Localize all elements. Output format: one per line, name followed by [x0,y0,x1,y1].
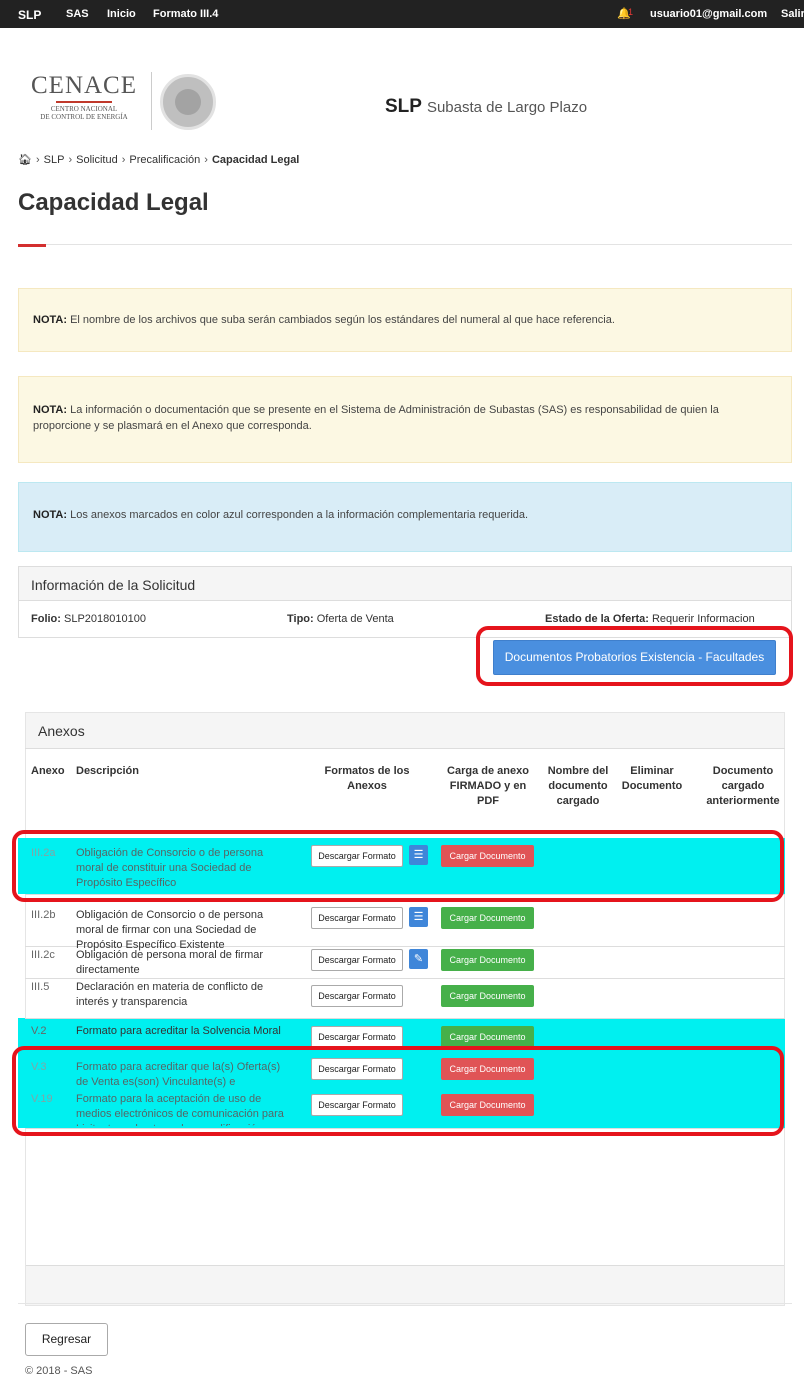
upload-document-button[interactable]: Cargar Documento [441,907,534,929]
logo-main-text: CENACE [31,72,137,99]
national-seal-icon [160,74,216,130]
estado-value: Requerir Informacion [651,613,755,625]
logo-sub-2: DE CONTROL DE ENERGÍA [40,113,128,121]
app-name: Subasta de Largo Plazo [426,99,588,116]
copyright: © 2018 - SAS [25,1365,93,1377]
download-format-button[interactable]: Descargar Formato [311,1026,403,1048]
download-format-button[interactable]: Descargar Formato [311,985,403,1007]
row-anexo-code: III.2b [31,909,56,921]
cenace-logo: CENACE CENTRO NACIONAL DE CONTROL DE ENE… [19,72,149,132]
documentos-probatorios-button[interactable]: Documentos Probatorios Existencia - Facu… [493,640,776,675]
note-text: Los anexos marcados en color azul corres… [70,509,529,521]
title-divider [46,244,792,245]
note-label: NOTA: [33,314,68,326]
home-icon[interactable]: 🏠︎ [18,154,32,166]
upload-document-button[interactable]: Cargar Documento [441,985,534,1007]
col-anterior: Documento cargado anteriormente [706,765,780,807]
app-code: SLP [385,96,422,117]
notification-badge: 1 [628,7,634,17]
row-description: Declaración en materia de conflicto de i… [76,981,264,1008]
col-formatos: Formatos de los Anexos [324,765,410,792]
col-nombre: Nombre del documento cargado [547,765,609,807]
col-eliminar: Eliminar Documento [621,765,683,792]
row-divider [25,1018,785,1019]
logo-divider [151,72,152,130]
upload-document-button[interactable]: Cargar Documento [441,1094,534,1116]
upload-document-button[interactable]: Cargar Documento [441,1026,534,1048]
download-format-button[interactable]: Descargar Formato [311,1058,403,1080]
breadcrumb-solicitud[interactable]: Solicitud [76,154,118,166]
anexos-panel-footer [26,1265,784,1305]
download-format-button[interactable]: Descargar Formato [311,1094,403,1116]
breadcrumb-slp[interactable]: SLP [44,154,65,166]
title-accent [18,244,46,247]
nav-sas[interactable]: SAS [66,8,89,20]
pencil-icon[interactable]: ✎ [409,949,428,969]
anexos-heading: Anexos [26,713,784,749]
note-label: NOTA: [33,509,68,521]
upload-document-button[interactable]: Cargar Documento [441,949,534,971]
download-format-button[interactable]: Descargar Formato [311,907,403,929]
list-icon[interactable]: ☰ [409,845,428,865]
top-navbar: SLP SAS Inicio Formato III.4 🔔 1 usuario… [0,0,804,28]
row-description: Formato para la aceptación de uso de med… [76,1093,284,1126]
row-anexo-code: V.19 [31,1093,53,1105]
row-description: Obligación de Consorcio o de persona mor… [76,909,264,951]
download-format-button[interactable]: Descargar Formato [311,845,403,867]
app-title: SLP Subasta de Largo Plazo [385,96,587,118]
row-divider [25,1128,785,1129]
note-label: NOTA: [33,404,68,416]
logo-sub-1: CENTRO NACIONAL [50,105,118,113]
note-text: El nombre de los archivos que suba serán… [70,314,615,326]
row-description: Obligación de persona moral de firmar di… [76,949,264,976]
row-anexo-code: III.2c [31,949,55,961]
row-description: Obligación de Consorcio o de persona mor… [76,847,264,889]
solicitud-panel: Información de la Solicitud Folio: SLP20… [18,566,792,638]
row-anexo-code: III.2a [31,847,56,859]
header-divider [25,748,785,749]
row-description: Formato para acreditar la Solvencia Mora… [76,1025,281,1037]
row-anexo-code: III.5 [31,981,50,993]
solicitud-heading: Información de la Solicitud [19,567,791,601]
folio-field: Folio: SLP2018010100 [31,613,146,625]
user-email[interactable]: usuario01@gmail.com [650,8,767,20]
col-descripcion: Descripción [76,765,139,777]
breadcrumb-precalificacion[interactable]: Precalificación [129,154,200,166]
note-blue-annexes: NOTA: Los anexos marcados en color azul … [18,482,792,552]
note-file-naming: NOTA: El nombre de los archivos que suba… [18,288,792,352]
row-divider [25,894,785,895]
folio-value: SLP2018010100 [64,613,146,625]
nav-formato[interactable]: Formato III.4 [153,8,218,20]
upload-document-button[interactable]: Cargar Documento [441,1058,534,1080]
row-anexo-code: V.3 [31,1061,47,1073]
logo-rule [56,101,112,103]
note-text: La información o documentación que se pr… [33,404,719,432]
nav-inicio[interactable]: Inicio [107,8,136,20]
estado-field: Estado de la Oferta: Requerir Informacio… [545,613,755,625]
list-icon[interactable]: ☰ [409,907,428,927]
row-description: Formato para acreditar que la(s) Oferta(… [76,1061,281,1088]
row-anexo-code: V.2 [31,1025,47,1037]
breadcrumb: 🏠︎ › SLP › Solicitud › Precalificación › Capacid… [18,154,300,166]
footer-divider [18,1303,792,1304]
back-button[interactable]: Regresar [25,1323,108,1356]
breadcrumb-current: Capacidad Legal [211,154,300,166]
brand-link[interactable]: SLP [18,8,41,22]
download-format-button[interactable]: Descargar Formato [311,949,403,971]
col-anexo: Anexo [31,765,65,777]
row-divider [25,978,785,979]
page-title: Capacidad Legal [18,189,209,216]
note-responsibility: NOTA: La información o documentación que… [18,376,792,463]
col-carga: Carga de anexo FIRMADO y en PDF [447,765,529,807]
tipo-field: Tipo: Oferta de Venta [287,613,394,625]
logout-link[interactable]: Salir [781,8,804,20]
upload-document-button[interactable]: Cargar Documento [441,845,534,867]
tipo-value: Oferta de Venta [316,613,394,625]
